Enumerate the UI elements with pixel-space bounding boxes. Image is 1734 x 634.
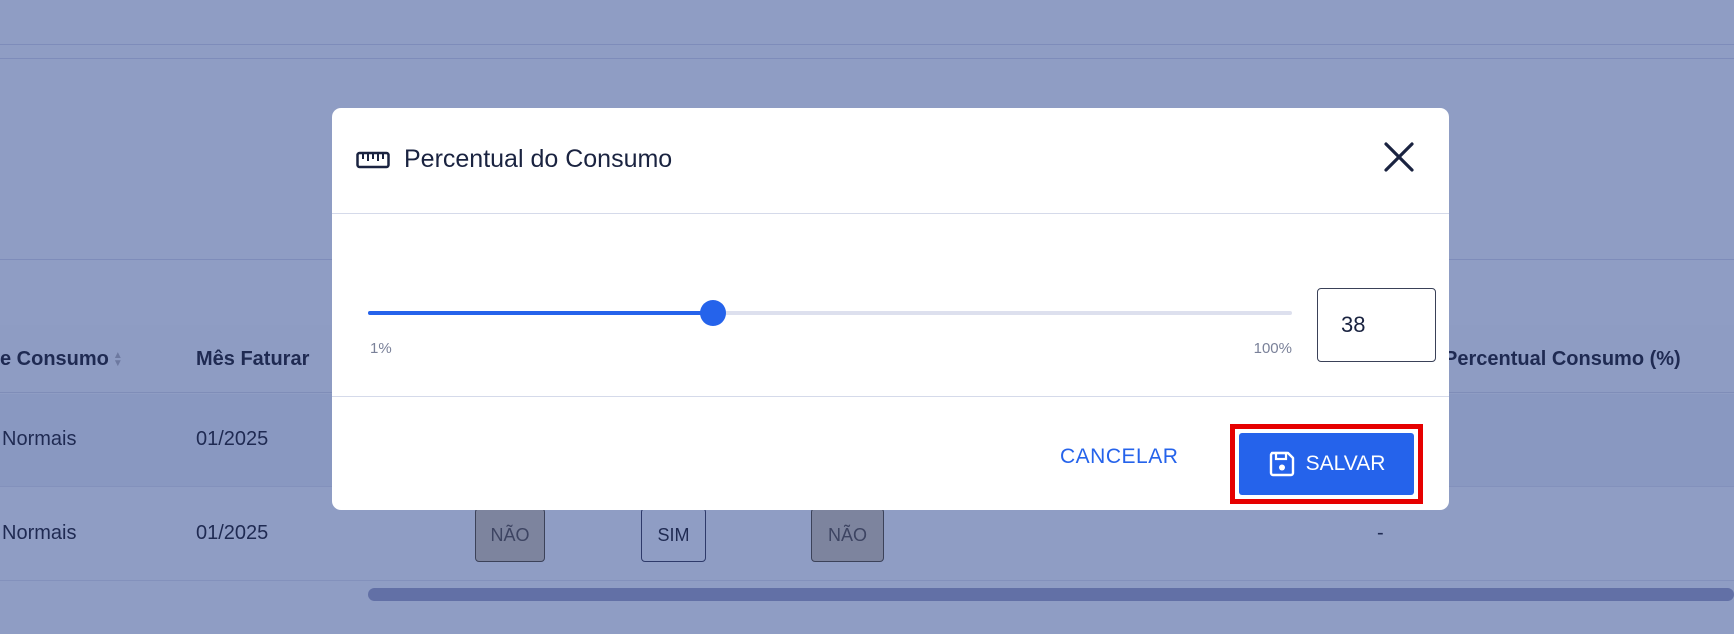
slider-max-label: 100% (1253, 340, 1292, 357)
table-cell-consumo: Normais (2, 522, 77, 544)
save-icon (1269, 451, 1294, 477)
percent-input[interactable] (1317, 288, 1436, 362)
column-header-label: e Consumo (0, 348, 109, 370)
slider-min-label: 1% (370, 340, 392, 357)
dialog-body (332, 215, 1449, 397)
column-header-percentual[interactable]: Percentual Consumo (%) (1444, 348, 1681, 371)
column-header-label: Percentual Consumo (%) (1444, 348, 1681, 370)
table-cell-consumo: Normais (2, 428, 77, 450)
cancel-button[interactable]: CANCELAR (1060, 445, 1178, 469)
percentual-consumo-dialog: Percentual do Consumo 1% 100% CANCELAR S… (332, 108, 1449, 510)
status-chip: NÃO (811, 508, 884, 562)
save-button[interactable]: SALVAR (1239, 433, 1414, 495)
percent-slider[interactable] (368, 300, 1292, 326)
save-button-label: SALVAR (1305, 452, 1386, 475)
divider (0, 44, 1734, 45)
column-header-mes[interactable]: Mês Faturar (196, 348, 309, 371)
ruler-icon (356, 151, 390, 169)
table-cell-mes: 01/2025 (196, 428, 269, 450)
dialog-header: Percentual do Consumo (332, 108, 1449, 214)
sort-icon[interactable]: ▲ ▼ (113, 350, 123, 368)
status-chip: SIM (641, 508, 706, 562)
divider (0, 58, 1734, 59)
horizontal-scrollbar[interactable] (368, 588, 1734, 601)
dialog-title: Percentual do Consumo (404, 145, 673, 173)
column-header-consumo[interactable]: e Consumo ▲ ▼ (0, 348, 123, 371)
slider-fill (368, 311, 714, 315)
table-cell-percentual: - (1377, 522, 1384, 544)
status-chip: NÃO (475, 508, 545, 562)
table-cell-mes: 01/2025 (196, 522, 269, 544)
dialog-footer: CANCELAR SALVAR (332, 398, 1449, 510)
column-header-label: Mês Faturar (196, 348, 310, 370)
close-icon[interactable] (1381, 139, 1417, 175)
